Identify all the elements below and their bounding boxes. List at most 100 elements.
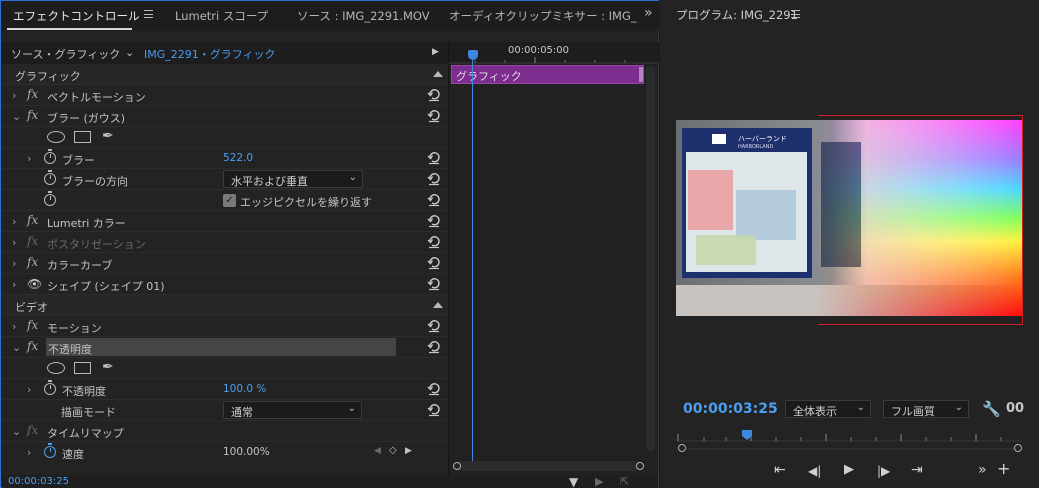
effect-opacity[interactable]: ⌄ fx 不透明度	[2, 337, 448, 358]
more-controls-icon[interactable]: »	[978, 462, 987, 478]
reset-icon[interactable]	[427, 214, 441, 228]
reset-icon[interactable]	[427, 319, 441, 333]
tab-source[interactable]: ソース : IMG_2291.MOV	[297, 8, 430, 24]
effect-gaussian-blur[interactable]: ⌄ fx ブラー (ガウス)	[2, 106, 448, 127]
tab-effect-controls[interactable]: エフェクトコントロール	[13, 8, 140, 24]
chevron-right-icon[interactable]: ›	[12, 320, 16, 333]
fx-icon[interactable]: fx	[27, 318, 38, 332]
opacity-value[interactable]: 100.0 %	[223, 383, 266, 395]
current-timecode[interactable]: 00:00:03:25	[8, 476, 69, 487]
horizontal-scrollbar[interactable]	[453, 461, 644, 471]
blur-direction-select[interactable]: 水平および垂直 ⌄	[223, 170, 363, 188]
effect-color-curve[interactable]: › fx カラーカーブ	[2, 253, 448, 274]
eye-icon[interactable]: 👁	[27, 277, 42, 291]
playhead[interactable]	[468, 50, 478, 60]
scroll-end-handle[interactable]	[1014, 444, 1022, 452]
effect-shape[interactable]: › 👁 シェイプ (シェイプ 01)	[2, 274, 448, 295]
play-icon[interactable]: ▶	[844, 462, 854, 477]
chevron-right-icon[interactable]: ›	[27, 446, 31, 459]
chevron-down-icon[interactable]: ⌄	[125, 46, 134, 59]
wrench-icon[interactable]: 🔧	[982, 400, 1001, 418]
reset-icon[interactable]	[427, 88, 441, 102]
chevron-down-icon[interactable]: ⌄	[12, 110, 21, 123]
fx-icon[interactable]: fx	[27, 87, 38, 101]
effect-motion[interactable]: › fx モーション	[2, 316, 448, 337]
prev-keyframe-icon[interactable]: ◀	[374, 446, 381, 456]
program-menu-icon[interactable]	[791, 10, 800, 18]
add-button-icon[interactable]: +	[997, 459, 1010, 478]
ellipse-mask-icon[interactable]	[47, 362, 65, 374]
timeline-ruler[interactable]: 00:00:05:00	[449, 42, 659, 64]
collapse-icon[interactable]	[433, 302, 443, 308]
filter-icon[interactable]: ▼	[569, 475, 578, 488]
rectangle-mask-icon[interactable]	[74, 362, 91, 374]
scroll-start-handle[interactable]	[678, 444, 686, 452]
effect-lumetri-color[interactable]: › fx Lumetri カラー	[2, 211, 448, 232]
reset-icon[interactable]	[427, 403, 441, 417]
graphic-clip[interactable]: グラフィック	[451, 65, 644, 84]
effect-time-remap[interactable]: ⌄ fx タイムリマップ	[2, 421, 448, 442]
scroll-end-handle[interactable]	[636, 462, 644, 470]
blend-mode-select[interactable]: 通常 ⌄	[223, 401, 362, 419]
play-triangle-icon[interactable]: ▶	[432, 47, 439, 57]
reset-icon[interactable]	[427, 235, 441, 249]
stopwatch-active-icon[interactable]	[44, 443, 56, 458]
vertical-scrollbar[interactable]	[646, 66, 655, 451]
chevron-right-icon[interactable]: ›	[27, 152, 31, 165]
go-to-out-icon[interactable]: ⇥	[911, 462, 923, 478]
clip-end-handle[interactable]	[639, 67, 643, 82]
panel-menu-icon[interactable]	[144, 10, 153, 18]
collapse-icon[interactable]	[433, 71, 443, 77]
chevron-right-icon[interactable]: ›	[12, 278, 16, 291]
tab-lumetri-scope[interactable]: Lumetri スコープ	[175, 8, 268, 24]
stopwatch-icon[interactable]	[44, 380, 56, 395]
rectangle-mask-icon[interactable]	[74, 131, 91, 143]
go-to-in-icon[interactable]: ⇤	[774, 462, 786, 478]
program-title[interactable]: プログラム: IMG_2291	[676, 7, 798, 23]
zoom-select[interactable]: 全体表示 ⌄	[785, 400, 871, 418]
tab-overflow-icon[interactable]: »	[644, 5, 653, 21]
reset-icon[interactable]	[427, 109, 441, 123]
stopwatch-icon[interactable]	[44, 191, 56, 206]
shape-bounding-box[interactable]	[818, 115, 1023, 325]
effect-posterize[interactable]: › fx ポスタリゼーション	[2, 232, 448, 253]
repeat-edge-checkbox[interactable]: ✓	[223, 194, 236, 207]
scroll-start-handle[interactable]	[453, 462, 461, 470]
program-ruler[interactable]	[676, 430, 1022, 442]
chevron-down-icon[interactable]: ⌄	[12, 425, 21, 438]
quality-select[interactable]: フル画質 ⌄	[883, 400, 969, 418]
clip-label[interactable]: IMG_2291・グラフィック	[144, 46, 276, 62]
chevron-right-icon[interactable]: ›	[12, 257, 16, 270]
pen-mask-icon[interactable]: ✒	[102, 359, 114, 375]
stopwatch-icon[interactable]	[44, 149, 56, 164]
fx-icon[interactable]: fx	[27, 339, 38, 353]
ellipse-mask-icon[interactable]	[47, 131, 65, 143]
program-scrollbar[interactable]	[678, 444, 1022, 454]
effect-vector-motion[interactable]: › fx ベクトルモーション	[2, 85, 448, 106]
chevron-right-icon[interactable]: ›	[12, 89, 16, 102]
reset-icon[interactable]	[427, 382, 441, 396]
chevron-right-icon[interactable]: ›	[27, 383, 31, 396]
keyframe-icon[interactable]: ◇	[389, 445, 397, 456]
reset-icon[interactable]	[427, 193, 441, 207]
export-icon[interactable]: ⇱	[620, 475, 629, 488]
fx-disabled-icon[interactable]: fx	[27, 234, 38, 248]
pen-mask-icon[interactable]: ✒	[102, 128, 114, 144]
source-label[interactable]: ソース・グラフィック	[11, 46, 120, 62]
step-forward-icon[interactable]: |▶	[877, 464, 890, 478]
fx-icon[interactable]: fx	[27, 213, 38, 227]
chevron-right-icon[interactable]: ›	[12, 215, 16, 228]
fx-icon[interactable]: fx	[27, 255, 38, 269]
fx-icon[interactable]: fx	[27, 108, 38, 122]
play-audio-icon[interactable]: ▶	[595, 475, 603, 488]
reset-icon[interactable]	[427, 256, 441, 270]
reset-icon[interactable]	[427, 277, 441, 291]
fx-disabled-icon[interactable]: fx	[27, 423, 38, 437]
reset-icon[interactable]	[427, 172, 441, 186]
tab-audio-clip-mixer[interactable]: オーディオクリップミキサー : IMG_	[449, 8, 637, 24]
reset-icon[interactable]	[427, 151, 441, 165]
chevron-down-icon[interactable]: ⌄	[12, 341, 21, 354]
reset-icon[interactable]	[427, 340, 441, 354]
next-keyframe-icon[interactable]: ▶	[405, 446, 412, 456]
blur-value[interactable]: 522.0	[223, 152, 253, 164]
